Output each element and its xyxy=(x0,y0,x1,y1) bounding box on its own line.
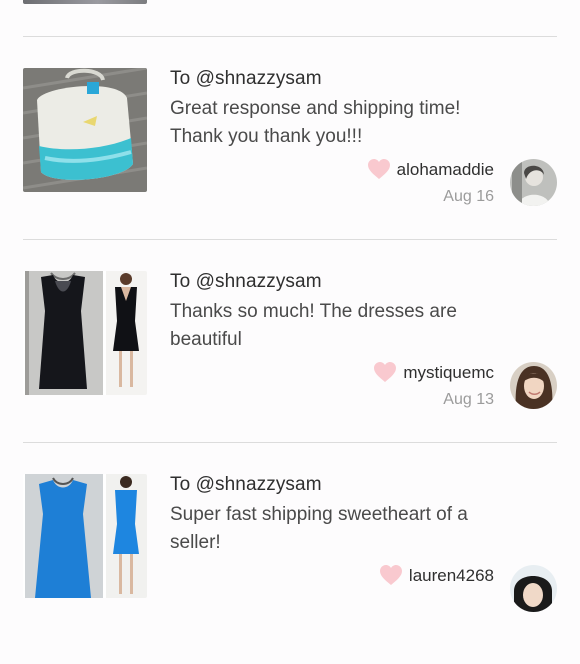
review-recipient[interactable]: To @shnazzysam xyxy=(170,68,322,90)
heart-icon[interactable] xyxy=(379,564,403,588)
review-author[interactable]: lauren4268 xyxy=(409,566,494,586)
review-author[interactable]: alohamaddie xyxy=(397,160,494,180)
review-date: Aug 13 xyxy=(443,391,494,408)
review-recipient[interactable]: To @shnazzysam xyxy=(170,474,322,496)
user-avatar[interactable] xyxy=(510,565,557,612)
divider xyxy=(23,36,557,37)
review-recipient[interactable]: To @shnazzysam xyxy=(170,271,322,293)
review-message: Thanks so much! The dresses are beautifu… xyxy=(170,301,457,350)
review-date: Aug 16 xyxy=(443,188,494,205)
previous-review-thumbnail[interactable] xyxy=(23,0,147,4)
review-item: To @shnazzysam Great response and shippi… xyxy=(0,68,580,258)
tote-bag-photo[interactable] xyxy=(23,68,147,192)
review-meta: lauren4268 xyxy=(379,564,494,594)
review-meta: mystiquemc Aug 13 xyxy=(373,361,494,409)
black-dress-photo[interactable] xyxy=(23,271,147,395)
divider xyxy=(23,239,557,240)
review-message: Super fast shipping sweetheart of a sell… xyxy=(170,504,468,553)
review-author[interactable]: mystiquemc xyxy=(403,363,494,383)
heart-icon[interactable] xyxy=(373,361,397,385)
heart-icon[interactable] xyxy=(367,158,391,182)
review-message: Great response and shipping time! Thank … xyxy=(170,98,461,147)
review-item: To @shnazzysam Super fast shipping sweet… xyxy=(0,474,580,664)
review-item: To @shnazzysam Thanks so much! The dress… xyxy=(0,271,580,461)
review-meta: alohamaddie Aug 16 xyxy=(367,158,494,206)
divider xyxy=(23,442,557,443)
user-avatar[interactable] xyxy=(510,362,557,409)
user-avatar[interactable] xyxy=(510,159,557,206)
blue-dress-photo[interactable] xyxy=(23,474,147,598)
